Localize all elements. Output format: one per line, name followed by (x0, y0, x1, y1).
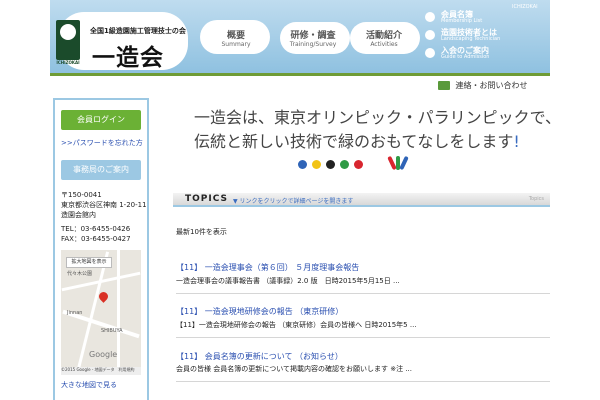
nav-activities-sublabel: Activities (370, 41, 398, 48)
olympic-dot-red (354, 160, 363, 169)
topics-corner-label: Topics (528, 196, 544, 202)
mail-icon (438, 81, 450, 90)
page: ICHIZOKAI 全国1級造園施工管理技士の会 一造会 概要 Summary … (0, 0, 600, 400)
office-phone: TEL：03-6455-0426 FAX：03-6455-0427 (61, 224, 131, 244)
nav-training-label: 研修・調査 (290, 31, 336, 41)
tel-number: TEL：03-6455-0426 (61, 225, 131, 233)
embedded-map[interactable]: 拡大地図を表示 代々木公園 Jinnan SHIBUYA Google ©201… (61, 250, 141, 375)
bullet-icon (425, 12, 435, 22)
address-line: 造園会館内 (61, 211, 96, 219)
header-corner-tag: ICHIZOKAI (512, 4, 538, 10)
news-item-excerpt: 一造会理事会の議事報告書 （議事録）2.0 版 日時2015年5月15日 ... (176, 277, 400, 285)
contact-label: 連絡・お問い合わせ (455, 81, 528, 90)
org-subtitle: 全国1級造園施工管理技士の会 (90, 27, 186, 35)
site-header: ICHIZOKAI 全国1級造園施工管理技士の会 一造会 概要 Summary … (50, 0, 550, 76)
olympic-dot-yellow (312, 160, 321, 169)
hero-line-2-text: 伝統と新しい技術で緑のおもてなしをします (194, 132, 514, 151)
link-technician-sublabel: Landscaping Technician (441, 36, 501, 42)
bullet-icon (425, 48, 435, 58)
nav-training[interactable]: 研修・調査 Training/Survey (283, 25, 343, 49)
latest-count-label: 最新10件を表示 (176, 228, 227, 236)
hero-exclamation: ! (513, 132, 520, 151)
news-divider (176, 381, 550, 382)
address-line: 〒150-0041 (61, 191, 102, 199)
nav-summary-label: 概要 (226, 31, 245, 41)
member-login-button[interactable]: 会員ログイン (61, 110, 141, 130)
office-address: 〒150-0041 東京都渋谷区神南 1-20-11 造園会館内 (61, 190, 147, 220)
hero-line-2: 伝統と新しい技術で緑のおもてなしをします! (194, 128, 520, 152)
news-divider (176, 293, 550, 294)
topics-header-bar: TOPICS ▼ リンクをクリックで詳細ページを開きます Topics (173, 193, 550, 207)
nav-summary-sublabel: Summary (221, 41, 251, 48)
leaf-icon-blue (399, 155, 409, 171)
olympic-dot-black (326, 160, 335, 169)
org-name-logo[interactable]: 一造会 (92, 38, 164, 72)
news-item-title[interactable]: 【11】 一造会現地研修会の報告 （東京研修） (176, 306, 343, 317)
topics-hint: ▼ リンクをクリックで詳細ページを開きます (233, 198, 354, 205)
news-item-excerpt: 【11】一造会現地研修会の報告 （東京研修）会員の皆様へ 日時2015年5 ..… (176, 321, 417, 329)
logo-emblem[interactable] (56, 20, 80, 60)
link-admission-sublabel: Guide to Admission (441, 54, 490, 60)
news-item-title[interactable]: 【11】 会員名簿の更新について （お知らせ） (176, 351, 343, 362)
map-label: Jinnan (67, 310, 83, 316)
office-info-button[interactable]: 事務局のご案内 (61, 160, 141, 180)
view-large-map-link[interactable]: 大きな地図で見る (61, 380, 117, 390)
link-membership-sublabel: Membership List (441, 18, 483, 24)
nav-activities-label: 活動紹介 (365, 31, 402, 41)
map-label: 代々木公園 (67, 271, 93, 277)
address-line: 東京都渋谷区神南 1-20-11 (61, 201, 147, 209)
map-enlarge-button[interactable]: 拡大地図を表示 (66, 257, 112, 268)
nav-activities[interactable]: 活動紹介 Activities (357, 25, 411, 49)
logo-caption: ICHIZOKAI (56, 60, 80, 65)
news-item-title[interactable]: 【11】 一造会理事会（第６回） ５月度理事会報告 (176, 262, 359, 273)
forgot-password-link[interactable]: >>パスワードを忘れた方 (61, 138, 143, 148)
hero-line-1: 一造会は、東京オリンピック・パラリンピックで、 (194, 108, 562, 127)
topics-title: TOPICS (185, 194, 228, 204)
olympic-dot-green (340, 160, 349, 169)
olympic-dot-blue (298, 160, 307, 169)
news-item-excerpt: 会員の皆様 会員名簿の更新について掲載内容の確認をお願いします ※注 ... (176, 365, 413, 373)
sidebar: 会員ログイン >>パスワードを忘れた方 事務局のご案内 〒150-0041 東京… (53, 98, 149, 400)
map-provider-logo: Google (89, 350, 118, 359)
map-road (117, 250, 120, 375)
fax-number: FAX：03-6455-0427 (61, 235, 131, 243)
nav-summary[interactable]: 概要 Summary (210, 25, 262, 49)
map-label: SHIBUYA (101, 328, 123, 334)
news-divider (176, 337, 550, 338)
map-copyright: ©2015 Google - 地図データ 利用規約 (61, 367, 141, 375)
contact-link[interactable]: 連絡・お問い合わせ (438, 80, 528, 91)
bullet-icon (425, 30, 435, 40)
nav-training-sublabel: Training/Survey (289, 41, 337, 48)
